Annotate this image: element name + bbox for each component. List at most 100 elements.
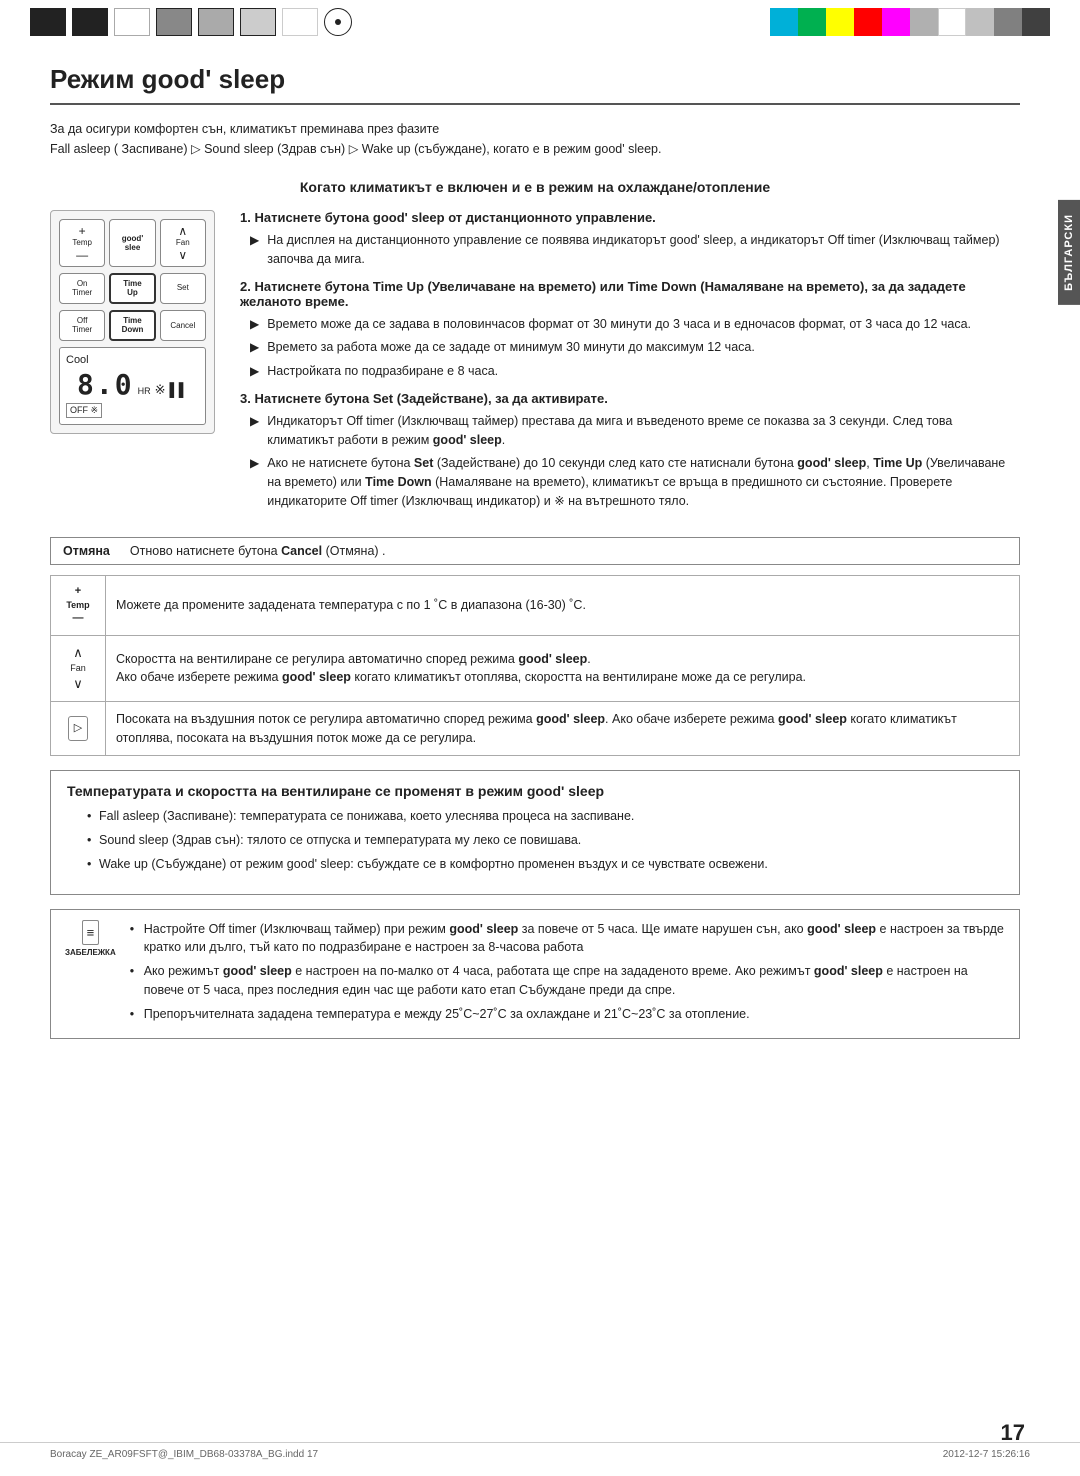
color-bar-yellow — [826, 8, 854, 36]
color-bar-cyan — [770, 8, 798, 36]
note-bullet-3: Препоръчителната зададена температура е … — [130, 1005, 1005, 1024]
fan-text-extra: Ако обаче изберете режима good' sleep ко… — [116, 670, 806, 684]
section-header: Когато климатикът е включен и е в режим … — [50, 177, 1020, 198]
remote-buttons-row3: OffTimer TimeDown Cancel — [59, 310, 206, 341]
note-label: ЗАБЕЛЕЖКА — [65, 947, 116, 959]
cancel-note-text: Отново натиснете бутона Cancel (Отмяна) … — [130, 544, 386, 558]
step-3-bullet-1: ▶ Индикаторът Off timer (Изключващ тайме… — [240, 412, 1020, 450]
color-bar-white — [938, 8, 966, 36]
table-row-airflow: ▷ Посоката на въздушния поток се регулир… — [51, 701, 1020, 756]
airflow-info-text: Посоката на въздушния поток се регулира … — [106, 701, 1020, 756]
cancel-note: Отмяна Отново натиснете бутона Cancel (О… — [50, 537, 1020, 565]
step-2-bullet-1: ▶ Времето може да се задава в половинчас… — [240, 315, 1020, 334]
step-1-bullet-text: На дисплея на дистанционното управление … — [267, 231, 1020, 269]
step-1: 1. Натиснете бутона good' sleep от диста… — [240, 210, 1020, 269]
note-symbol: ≡ — [82, 920, 100, 946]
bullet-arrow-icon: ▶ — [250, 412, 259, 450]
remote-buttons-grid: + Temp — good'slee ∧ Fan ∨ — [59, 219, 206, 267]
intro-text: За да осигури комфортен сън, климатикът … — [50, 119, 1020, 159]
fan-info-text: Скоростта на вентилиране се регулира авт… — [106, 635, 1020, 701]
display-hr-label: HR — [138, 386, 151, 396]
table-row-fan: ∧ Fan ∨ Скоростта на вентилиране се регу… — [51, 635, 1020, 701]
step-2-bullet-text-3: Настройката по подразбиране е 8 часа. — [267, 362, 1020, 381]
remote-set-btn: Set — [160, 273, 206, 304]
step-2-bullet-3: ▶ Настройката по подразбиране е 8 часа. — [240, 362, 1020, 381]
remote-good-sleep-btn: good'slee — [109, 219, 155, 267]
remote-fan-btn: ∧ Fan ∨ — [160, 219, 206, 267]
display-off-label: OFF ※ — [66, 403, 102, 418]
reg-box-5 — [198, 8, 234, 36]
bottom-bullet-1: Fall asleep (Заспиване): температурата с… — [87, 807, 1003, 826]
temp-icon-cell: + Temp — — [51, 575, 106, 635]
main-content: Режим good' sleep За да осигури комфорте… — [0, 44, 1080, 1069]
steps-content: 1. Натиснете бутона good' sleep от диста… — [240, 210, 1020, 521]
cancel-label: Отмяна — [63, 544, 110, 558]
step-3: 3. Натиснете бутона Set (Задействане), з… — [240, 391, 1020, 511]
remote-illustration: + Temp — good'slee ∧ Fan ∨ — [50, 210, 215, 434]
step-3-bullet-2: ▶ Ако не натиснете бутона Set (Задейства… — [240, 454, 1020, 510]
bottom-highlighted-section: Температурата и скоростта на вентилиране… — [50, 770, 1020, 894]
bottom-bullet-3: Wake up (Събуждане) от режим good' sleep… — [87, 855, 1003, 874]
page-title: Режим good' sleep — [50, 64, 1020, 105]
top-bar — [0, 0, 1080, 44]
language-label: БЪЛГАРСКИ — [1058, 200, 1080, 305]
intro-line2: Fall asleep ( Заспиване) ▷ Sound sleep (… — [50, 139, 1020, 159]
note-box: ≡ ЗАБЕЛЕЖКА Настройте Off timer (Изключв… — [50, 909, 1020, 1040]
note-bullet-list: Настройте Off timer (Изключващ таймер) п… — [130, 920, 1005, 1024]
display-time-value: 8.0 — [77, 368, 134, 401]
step-2-bullet-text-1: Времето може да се задава в половинчасов… — [267, 315, 1020, 334]
airflow-icon: ▷ — [68, 716, 88, 741]
reg-box-3 — [114, 8, 150, 36]
remote-area: + Temp — good'slee ∧ Fan ∨ — [50, 210, 220, 521]
step-2: 2. Натиснете бутона Time Up (Увеличаване… — [240, 279, 1020, 381]
intro-line1: За да осигури комфортен сън, климатикът … — [50, 119, 1020, 139]
fan-icon-cell: ∧ Fan ∨ — [51, 635, 106, 701]
step-1-bullet-1: ▶ На дисплея на дистанционното управлени… — [240, 231, 1020, 269]
reg-box-7 — [282, 8, 318, 36]
bullet-arrow-icon: ▶ — [250, 231, 259, 269]
bottom-section-title: Температурата и скоростта на вентилиране… — [67, 783, 604, 799]
temp-info-text: Можете да промените зададената температу… — [106, 575, 1020, 635]
registration-marks-left — [30, 8, 352, 36]
color-bar-green — [798, 8, 826, 36]
footer-left: Boracay ZE_AR09FSFT@_IBIM_DB68-03378A_BG… — [50, 1449, 318, 1460]
bullet-arrow-icon: ▶ — [250, 454, 259, 510]
color-bar-silver — [966, 8, 994, 36]
table-row-temp: + Temp — Можете да промените зададената … — [51, 575, 1020, 635]
remote-on-timer-btn: OnTimer — [59, 273, 105, 304]
step-3-bullet-text-1: Индикаторът Off timer (Изключващ таймер)… — [267, 412, 1020, 450]
color-bar-red — [854, 8, 882, 36]
airflow-icon-cell: ▷ — [51, 701, 106, 756]
display-cool-label: Cool — [66, 354, 89, 366]
step-3-bullet-text-2: Ако не натиснете бутона Set (Задействане… — [267, 454, 1020, 510]
reg-circle-center — [324, 8, 352, 36]
info-table: + Temp — Можете да промените зададената … — [50, 575, 1020, 757]
remote-time-down-btn: TimeDown — [109, 310, 155, 341]
display-panel: Cool 8.0 HR ※ ▌▌ OFF ※ — [59, 347, 206, 425]
bullet-arrow-icon: ▶ — [250, 338, 259, 357]
main-section: + Temp — good'slee ∧ Fan ∨ — [50, 210, 1020, 521]
remote-temp-btn: + Temp — — [59, 219, 105, 267]
remote-time-up-btn: TimeUp — [109, 273, 155, 304]
step-3-title: 3. Натиснете бутона Set (Задействане), з… — [240, 391, 1020, 406]
note-content: Настройте Off timer (Изключващ таймер) п… — [130, 920, 1005, 1029]
step-1-title: 1. Натиснете бутона good' sleep от диста… — [240, 210, 1020, 225]
color-bar-darkgray — [994, 8, 1022, 36]
step-2-title: 2. Натиснете бутона Time Up (Увеличаване… — [240, 279, 1020, 309]
display-time-row: 8.0 HR ※ ▌▌ — [77, 368, 188, 401]
bottom-bullet-2: Sound sleep (Здрав сън): тялото се отпус… — [87, 831, 1003, 850]
color-bars — [770, 8, 1050, 36]
bullet-arrow-icon: ▶ — [250, 315, 259, 334]
bottom-bullet-list: Fall asleep (Заспиване): температурата с… — [87, 807, 1003, 873]
reg-box-2 — [72, 8, 108, 36]
remote-cancel-btn: Cancel — [160, 310, 206, 341]
bullet-arrow-icon: ▶ — [250, 362, 259, 381]
remote-off-timer-btn: OffTimer — [59, 310, 105, 341]
footer-right: 2012-12-7 15:26:16 — [943, 1449, 1030, 1460]
color-bar-gray — [910, 8, 938, 36]
reg-box-4 — [156, 8, 192, 36]
page-footer: Boracay ZE_AR09FSFT@_IBIM_DB68-03378A_BG… — [0, 1442, 1080, 1466]
note-bullet-2: Ако режимът good' sleep е настроен на по… — [130, 962, 1005, 1000]
reg-box-1 — [30, 8, 66, 36]
fan-icon: ∧ Fan ∨ — [61, 644, 95, 693]
